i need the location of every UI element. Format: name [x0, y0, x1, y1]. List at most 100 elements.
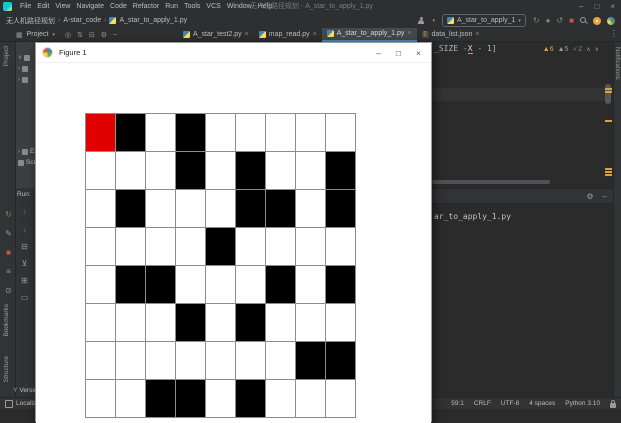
tab-close-icon[interactable]: × — [313, 31, 317, 38]
breadcrumb-separator: › — [58, 17, 60, 24]
warning-mark — [605, 168, 612, 170]
chevron-down-icon[interactable]: ▾ — [432, 18, 435, 24]
tree-item[interactable]: ›Ext — [16, 146, 35, 157]
debug-icon[interactable]: ● — [546, 16, 551, 26]
run-config-selector[interactable]: A_star_to_apply_1 ▾ — [442, 14, 526, 27]
grid-cell — [86, 304, 116, 342]
figure-canvas[interactable] — [36, 63, 431, 423]
expand-icon[interactable]: ⇅ — [77, 31, 83, 39]
project-view-icon[interactable]: ▦ — [16, 31, 23, 39]
stripe-bookmarks-button[interactable]: Bookmarks — [3, 304, 10, 337]
main-titlebar: FileEditViewNavigateCodeRefactorRunTools… — [0, 0, 621, 13]
figure-maximize-button[interactable]: □ — [396, 43, 401, 63]
tab-map_read.py[interactable]: map_read.py× — [254, 28, 322, 42]
status-item[interactable]: UTF-8 — [501, 400, 519, 407]
notification-icon[interactable] — [593, 17, 601, 25]
scrollbar-thumb[interactable] — [605, 84, 611, 104]
tree-item[interactable]: Scr — [16, 157, 35, 168]
next-problem-icon[interactable]: ∨ — [595, 46, 599, 53]
code-line[interactable]: _SIZE -X - 1] — [434, 44, 497, 53]
stop-icon[interactable]: ■ — [3, 248, 14, 258]
project-panel-title[interactable]: Project — [27, 31, 49, 38]
tree-item[interactable]: › — [16, 74, 35, 85]
minimize-button[interactable]: – — [579, 0, 583, 13]
stripe-structure-button[interactable]: Structure — [3, 356, 10, 382]
menu-vcs[interactable]: VCS — [203, 0, 223, 13]
status-event-icon[interactable] — [5, 400, 13, 408]
hide-icon[interactable]: – — [113, 31, 117, 39]
soft-wrap-icon[interactable]: ⊟ — [19, 242, 30, 252]
menu-view[interactable]: View — [52, 0, 73, 13]
menu-run[interactable]: Run — [162, 0, 181, 13]
menu-code[interactable]: Code — [107, 0, 130, 13]
matplotlib-figure-window[interactable]: Figure 1 –□× — [35, 42, 432, 422]
tab-label: A_star_to_apply_1.py — [337, 30, 405, 37]
close-button[interactable]: × — [610, 0, 615, 13]
figure-minimize-button[interactable]: – — [376, 43, 381, 63]
prev-problem-icon[interactable]: ∧ — [586, 46, 590, 53]
search-icon[interactable] — [580, 17, 587, 24]
inspections-widget[interactable]: ▲6▲5✓2∧∨ — [543, 45, 599, 53]
editor-horizontal-scrollbar[interactable] — [432, 180, 605, 185]
coverage-icon[interactable]: ↺ — [556, 16, 563, 26]
tab-A_star_to_apply_1.py[interactable]: A_star_to_apply_1.py× — [322, 28, 417, 42]
menu-navigate[interactable]: Navigate — [73, 0, 107, 13]
menu-file[interactable]: File — [17, 0, 34, 13]
grid-cell — [296, 152, 326, 190]
stripe-notifications-button[interactable]: Notifications — [614, 47, 620, 80]
menu-tools[interactable]: Tools — [181, 0, 203, 13]
breadcrumb-item[interactable]: 无人机路径规划 — [6, 16, 55, 26]
stripe-project-button[interactable]: Project — [3, 46, 10, 66]
up-icon[interactable]: ↑ — [19, 208, 30, 218]
collapse-icon[interactable]: ⊟ — [89, 31, 95, 39]
editor-vertical-scrollbar[interactable] — [604, 42, 613, 188]
menu-edit[interactable]: Edit — [34, 0, 52, 13]
tab-data_list.json[interactable]: {}data_list.json× — [417, 28, 485, 42]
settings-icon[interactable]: ⚙ — [586, 192, 593, 201]
user-icon[interactable] — [417, 17, 425, 25]
status-item[interactable]: CRLF — [474, 400, 491, 407]
tree-item[interactable]: ∨ — [16, 52, 35, 63]
breadcrumb-item[interactable]: A_star_to_apply_1.py — [119, 17, 187, 24]
status-item[interactable]: Python 3.10 — [565, 400, 600, 407]
locate-icon[interactable]: ◎ — [65, 31, 71, 39]
tab-close-icon[interactable]: × — [475, 31, 479, 38]
hide-icon[interactable]: – — [603, 192, 607, 201]
scroll-end-icon[interactable]: ⊻ — [19, 259, 30, 269]
figure-close-button[interactable]: × — [416, 43, 421, 63]
version-control-button[interactable]: Y Version — [13, 385, 35, 396]
grid-cell — [146, 228, 176, 266]
figure-titlebar[interactable]: Figure 1 –□× — [36, 43, 431, 63]
edit-config-icon[interactable]: ✎ — [3, 229, 14, 239]
tab-close-icon[interactable]: × — [407, 30, 411, 37]
tab-A_star_test2.py[interactable]: A_star_test2.py× — [178, 28, 254, 42]
tab-options-icon[interactable]: ⋮ — [610, 29, 618, 38]
status-item[interactable]: 4 spaces — [529, 400, 555, 407]
maximize-button[interactable]: □ — [594, 0, 599, 13]
menu-refactor[interactable]: Refactor — [130, 0, 162, 13]
window-title: 无人机路径规划 - A_star_to_apply_1.py — [250, 0, 373, 13]
lock-icon[interactable] — [610, 403, 616, 408]
grid-cell — [86, 228, 116, 266]
grid-cell — [326, 114, 356, 152]
status-item[interactable]: 59:1 — [451, 400, 464, 407]
stop-icon[interactable]: ■ — [569, 16, 574, 26]
grid-cell — [236, 114, 266, 152]
down-icon[interactable]: ↓ — [19, 225, 30, 235]
settings-icon[interactable]: ⚙ — [101, 31, 107, 39]
editor-area[interactable]: _SIZE -X - 1] ▲6▲5✓2∧∨ — [432, 42, 621, 188]
clear-icon[interactable]: ▭ — [19, 293, 30, 303]
pin-icon[interactable]: ⊙ — [3, 286, 14, 296]
grid-cell — [236, 152, 266, 190]
print-icon[interactable]: ⊞ — [19, 276, 30, 286]
tab-close-icon[interactable]: × — [245, 31, 249, 38]
plugin-sphere-icon[interactable] — [607, 17, 615, 25]
console-output[interactable]: ar_to_apply_1.py — [434, 212, 511, 221]
rerun-icon[interactable]: ↻ — [533, 16, 540, 26]
rerun-icon[interactable]: ↻ — [3, 210, 14, 220]
list-icon[interactable]: ≡ — [3, 267, 14, 277]
grid-cell — [116, 114, 146, 152]
tree-item[interactable]: › — [16, 63, 35, 74]
breadcrumb-item[interactable]: A-star_code — [63, 17, 101, 24]
chevron-down-icon[interactable]: ▾ — [52, 32, 55, 38]
